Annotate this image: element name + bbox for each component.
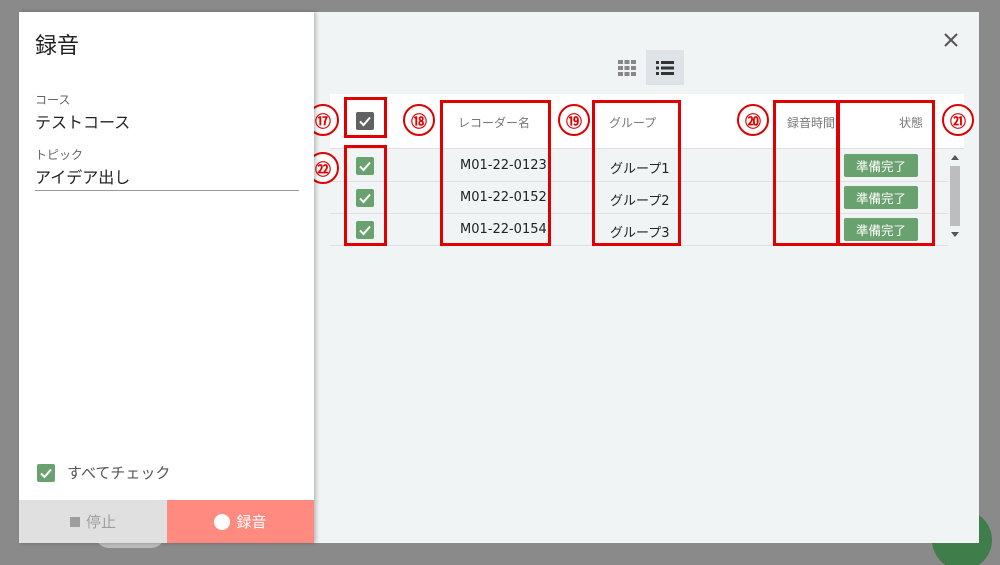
record-label: 録音 [236,513,267,531]
recording-dialog: 録音 コース テストコース トピック アイデア出し すべてチェック 停止 録音 [19,12,979,543]
stop-icon [69,516,80,527]
grid-view-icon [618,59,636,76]
topic-underline [35,190,299,191]
callout-box-19 [592,100,681,246]
grid-view-button[interactable] [608,50,646,85]
marker-18: ⑱ [403,104,435,136]
stop-label: 停止 [85,513,116,531]
marker-21: ㉑ [942,104,974,136]
check-all-label: すべてチェック [67,464,171,482]
callout-box-20 [773,100,839,246]
stop-button[interactable]: 停止 [19,500,167,543]
close-icon [944,33,958,47]
scroll-up-icon[interactable] [951,155,959,160]
record-icon [214,513,231,530]
topic-field[interactable]: アイデア出し [35,164,130,188]
check-icon [40,468,52,478]
callout-box-21 [837,100,935,246]
callout-box-18 [440,100,551,246]
course-value: テストコース [35,113,131,132]
marker-20: ⑳ [737,104,769,136]
check-all-toggle[interactable]: すべてチェック [37,462,170,483]
close-button[interactable] [940,29,962,51]
check-all-checkbox[interactable] [37,463,55,482]
topic-label: トピック [35,148,84,162]
scroll-thumb[interactable] [950,166,960,226]
record-button[interactable]: 録音 [167,500,314,543]
dialog-title: 録音 [35,34,80,59]
course-label: コース [35,93,71,107]
table-scrollbar[interactable] [948,152,962,244]
callout-box-17 [344,97,387,138]
list-view-icon [656,60,674,75]
view-toggle [608,50,684,85]
scroll-down-icon[interactable] [951,232,959,237]
list-view-button[interactable] [646,50,684,85]
marker-19: ⑲ [558,104,590,136]
footer-buttons: 停止 録音 [19,500,314,543]
left-panel: 録音 コース テストコース トピック アイデア出し すべてチェック 停止 録音 [19,12,314,543]
callout-box-22 [344,145,387,246]
